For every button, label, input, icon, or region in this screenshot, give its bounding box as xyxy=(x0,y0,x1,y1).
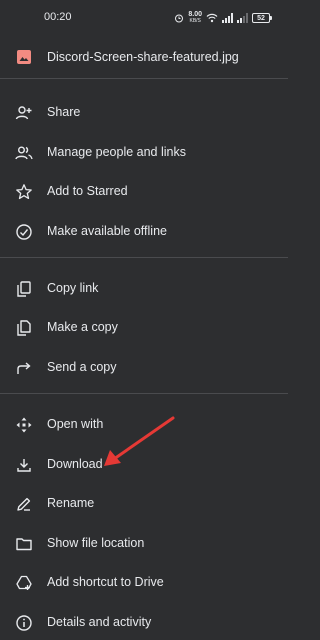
network-speed: 8.00 KB/S xyxy=(188,11,202,24)
menu-item-label: Add shortcut to Drive xyxy=(47,575,164,589)
menu-item-share[interactable]: Share xyxy=(0,96,288,130)
people-icon xyxy=(15,144,33,162)
menu-item-label: Rename xyxy=(47,496,95,510)
divider xyxy=(0,257,288,258)
menu-item-details[interactable]: Details and activity xyxy=(0,606,288,640)
drive-shortcut-icon xyxy=(15,574,33,592)
menu-item-rename[interactable]: Rename xyxy=(0,487,288,521)
person-add-icon xyxy=(15,104,33,122)
menu-item-label: Details and activity xyxy=(47,615,152,629)
menu-item-label: Add to Starred xyxy=(47,184,128,198)
wifi-icon xyxy=(206,13,218,23)
battery-level: 52 xyxy=(257,14,265,22)
battery-icon: 52 xyxy=(252,13,272,23)
status-time: 00:20 xyxy=(44,11,72,23)
menu-item-manage-people[interactable]: Manage people and links xyxy=(0,136,288,170)
divider xyxy=(0,393,288,394)
divider xyxy=(0,78,288,79)
menu-item-download[interactable]: Download xyxy=(0,448,288,482)
file-copy-icon xyxy=(15,319,33,337)
menu-item-open-with[interactable]: Open with xyxy=(0,408,288,442)
offline-check-icon xyxy=(15,223,33,241)
copy-link-icon xyxy=(15,280,33,298)
pencil-icon xyxy=(15,495,33,513)
menu-item-label: Open with xyxy=(47,417,104,431)
status-icons: 8.00 KB/S 52 xyxy=(174,10,272,26)
signal-icon xyxy=(222,13,233,23)
status-bar: 00:20 8.00 KB/S 52 xyxy=(0,0,288,36)
info-icon xyxy=(15,614,33,632)
menu-item-label: Copy link xyxy=(47,281,99,295)
download-icon xyxy=(15,456,33,474)
drive-file-options-sheet: 00:20 8.00 KB/S 52 Discord-Screen-share-… xyxy=(0,0,288,640)
menu-item-label: Make available offline xyxy=(47,224,167,238)
star-icon xyxy=(15,183,33,201)
menu-item-add-shortcut[interactable]: Add shortcut to Drive xyxy=(0,566,288,600)
send-copy-icon xyxy=(15,359,33,377)
menu-item-send-copy[interactable]: Send a copy xyxy=(0,351,288,385)
menu-item-show-location[interactable]: Show file location xyxy=(0,527,288,561)
menu-item-make-copy[interactable]: Make a copy xyxy=(0,311,288,345)
menu-item-label: Make a copy xyxy=(47,320,118,334)
menu-item-label: Show file location xyxy=(47,536,145,550)
menu-item-label: Download xyxy=(47,457,103,471)
signal-icon-2 xyxy=(237,13,248,23)
image-icon xyxy=(17,50,31,64)
file-name: Discord-Screen-share-featured.jpg xyxy=(47,50,239,64)
menu-item-label: Manage people and links xyxy=(47,145,186,159)
open-with-icon xyxy=(15,416,33,434)
menu-item-add-to-starred[interactable]: Add to Starred xyxy=(0,175,288,209)
alarm-icon xyxy=(175,14,184,23)
menu-item-label: Send a copy xyxy=(47,360,117,374)
file-header: Discord-Screen-share-featured.jpg xyxy=(0,40,288,76)
folder-icon xyxy=(15,535,33,553)
menu-item-label: Share xyxy=(47,105,81,119)
net-speed-unit: KB/S xyxy=(189,18,201,24)
menu-item-copy-link[interactable]: Copy link xyxy=(0,272,288,306)
menu-item-make-offline[interactable]: Make available offline xyxy=(0,215,288,249)
